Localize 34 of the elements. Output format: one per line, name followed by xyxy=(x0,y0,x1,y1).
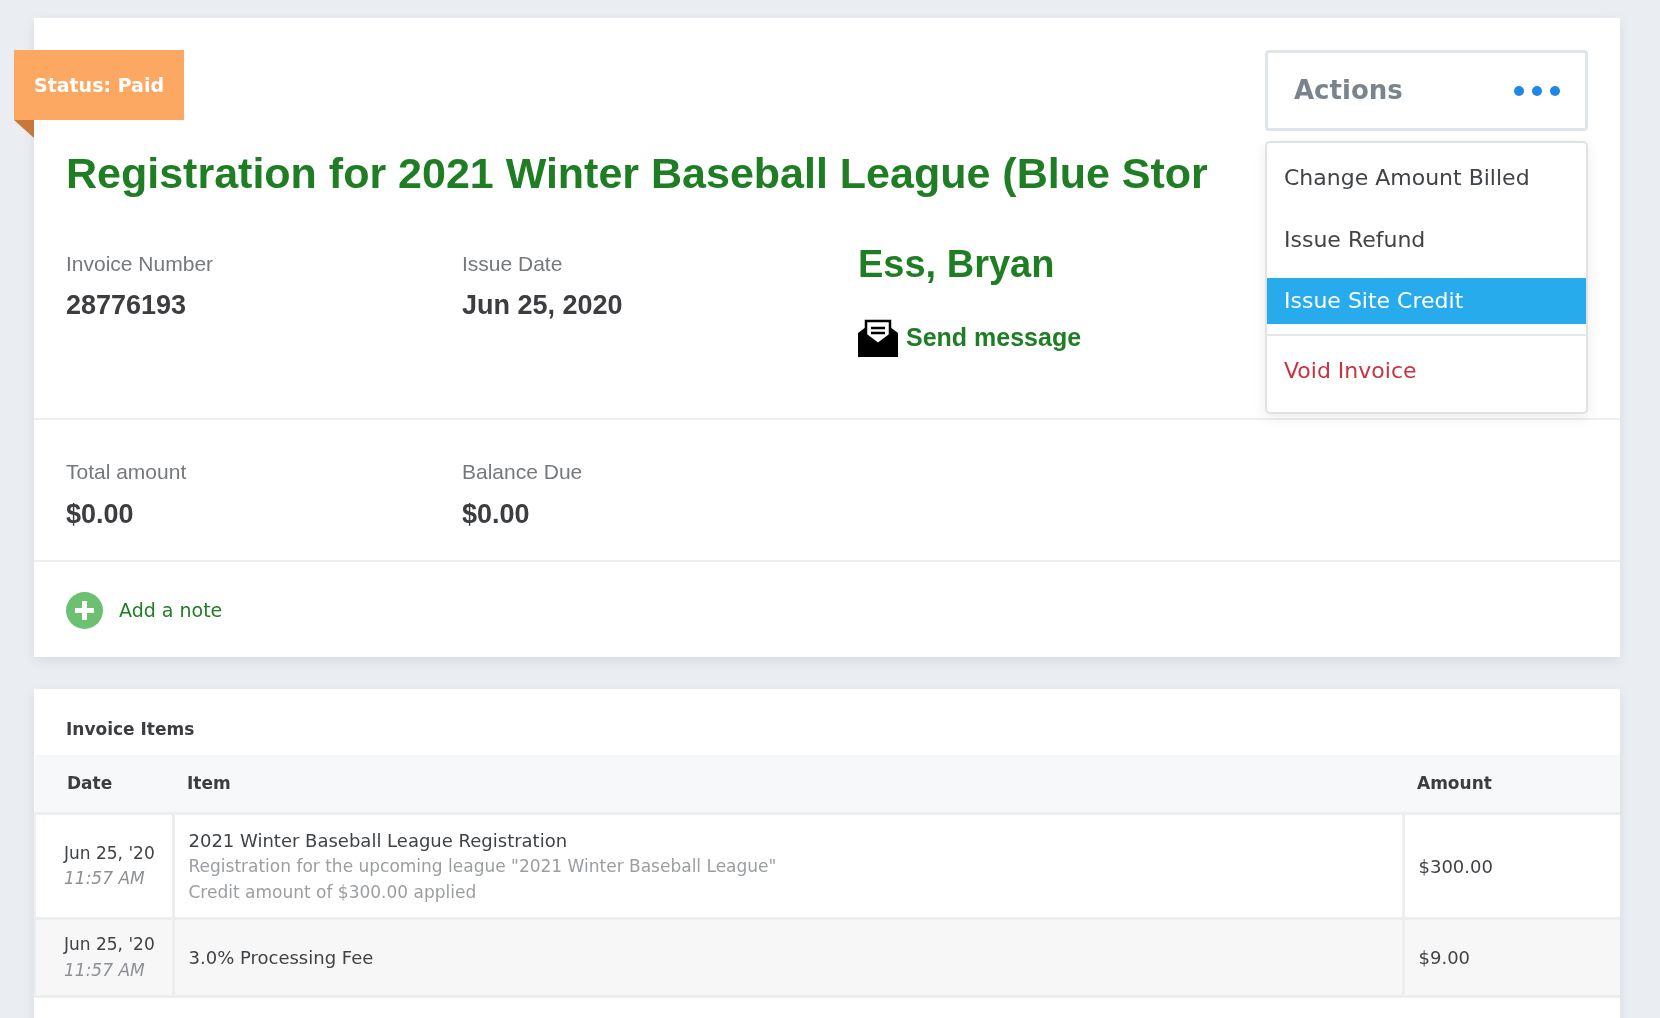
section-title: Invoice Items xyxy=(65,718,196,741)
customer-name: Ess, Bryan xyxy=(858,241,1056,287)
plus-icon xyxy=(66,592,103,629)
envelope-icon xyxy=(858,318,898,357)
field-value: Jun 25, 2020 xyxy=(462,289,624,323)
total-label: Balance Due xyxy=(462,459,584,485)
ribbon-fold-icon xyxy=(14,120,34,138)
send-message-link[interactable]: Send message xyxy=(906,318,1082,357)
menu-item[interactable]: Change Amount Billed xyxy=(1267,151,1586,206)
menu-item[interactable]: Void Invoice xyxy=(1267,344,1586,399)
item-name: 3.0% Processing Fee xyxy=(188,946,375,970)
more-icon xyxy=(1513,84,1561,97)
status-ribbon: Status: Paid xyxy=(14,50,184,120)
amount-cell: $9.00 xyxy=(1403,918,1620,997)
menu-item[interactable]: Issue Refund xyxy=(1267,213,1586,268)
total-value: $0.00 xyxy=(462,497,531,531)
add-note-link[interactable]: Add a note xyxy=(119,596,223,625)
total-label: Total amount xyxy=(66,459,188,485)
item-detail: Credit amount of $300.00 applied xyxy=(188,880,478,904)
field-label: Issue Date xyxy=(462,250,564,277)
actions-button[interactable]: Actions xyxy=(1265,50,1588,131)
item-detail: Registration for the upcoming league "2021 Winter Baseball League" xyxy=(188,855,778,878)
item-name: 2021 Winter Baseball League Registration xyxy=(188,829,569,853)
column-header: Date xyxy=(35,754,173,814)
date-text: Jun 25, '20 xyxy=(64,933,156,956)
time-text: 11:57 AM xyxy=(64,867,146,890)
column-header: Item xyxy=(173,754,1403,814)
time-text: 11:57 AM xyxy=(64,958,146,982)
column-header: Amount xyxy=(1403,754,1620,814)
total-value: $0.00 xyxy=(66,497,135,531)
field-label: Invoice Number xyxy=(66,250,215,277)
date-text: Jun 25, '20 xyxy=(64,841,156,865)
field-value: 28776193 xyxy=(66,289,188,323)
invoice-title: Registration for 2021 Winter Baseball League (Blue Stor xyxy=(66,148,1208,199)
